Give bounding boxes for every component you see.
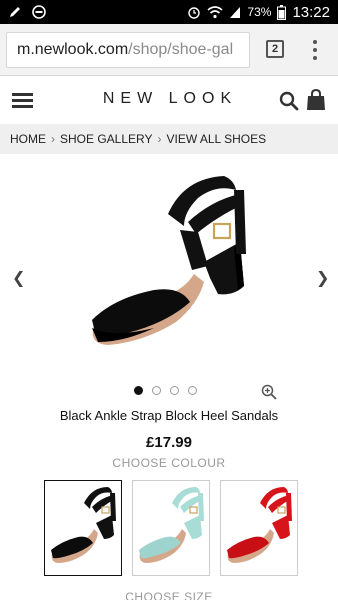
product-image (92, 176, 246, 345)
breadcrumb-view-all-shoes[interactable]: VIEW ALL SHOES (166, 132, 266, 146)
colour-swatch-mint[interactable] (132, 480, 210, 576)
carousel-dot[interactable] (170, 386, 179, 395)
carousel-dots (134, 386, 197, 395)
dot-icon (313, 56, 317, 60)
url-path: /shop/shoe-gal (128, 41, 234, 58)
shopping-bag-icon[interactable] (306, 89, 326, 111)
breadcrumb-shoe-gallery[interactable]: SHOE GALLERY (60, 132, 152, 146)
site-header: NEW LOOK (0, 76, 338, 124)
url-bar[interactable]: m.newlook.com/shop/shoe-gal (6, 32, 250, 68)
wifi-icon (207, 6, 223, 19)
alarm-icon (188, 7, 201, 19)
minus-circle-icon (32, 5, 46, 19)
search-icon[interactable] (279, 91, 299, 111)
chevron-right-icon[interactable]: ❯ (316, 268, 329, 288)
pencil-icon (10, 7, 20, 17)
product-title: Black Ankle Strap Block Heel Sandals (59, 408, 279, 423)
clock: 13:22 (292, 3, 330, 21)
tab-switcher-button[interactable]: 2 (266, 40, 284, 58)
site-logo[interactable]: NEW LOOK (95, 90, 245, 108)
colour-swatch-black[interactable] (44, 480, 122, 576)
colour-swatches (44, 480, 298, 576)
chevron-right-icon: › (51, 132, 55, 146)
breadcrumb: HOME › SHOE GALLERY › VIEW ALL SHOES (0, 124, 338, 154)
dot-icon (313, 48, 317, 52)
product-price: £17.99 (146, 434, 192, 451)
chevron-right-icon: › (157, 132, 162, 146)
breadcrumb-home[interactable]: HOME (10, 132, 46, 146)
browser-toolbar: m.newlook.com/shop/shoe-gal 2 (0, 24, 338, 76)
choose-size-label: CHOOSE SIZE (125, 590, 213, 600)
carousel-dot[interactable] (188, 386, 197, 395)
carousel-dot[interactable] (134, 386, 143, 395)
colour-swatch-red[interactable] (220, 480, 298, 576)
browser-menu-button[interactable] (310, 40, 320, 60)
choose-colour-label: CHOOSE COLOUR (112, 456, 226, 470)
battery-icon (277, 4, 287, 20)
battery-percent: 73% (247, 5, 272, 19)
zoom-icon[interactable] (261, 384, 277, 400)
product-image-carousel[interactable]: ❮ ❯ (0, 156, 338, 380)
carousel-dot[interactable] (152, 386, 161, 395)
status-bar: 73% 13:22 (0, 0, 338, 24)
dot-icon (313, 40, 317, 44)
signal-icon (230, 7, 241, 18)
chevron-left-icon[interactable]: ❮ (12, 268, 25, 288)
url-host: m.newlook.com (17, 41, 129, 58)
menu-icon[interactable] (12, 93, 33, 108)
